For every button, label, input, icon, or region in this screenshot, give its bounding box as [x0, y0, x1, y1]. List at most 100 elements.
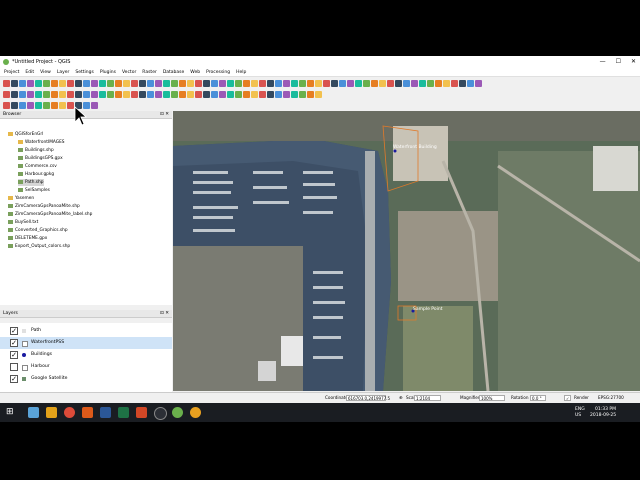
lock-icon[interactable]: ⊕ [399, 393, 403, 403]
toolbar-tool-icon[interactable] [347, 80, 354, 87]
layer-row-buildings[interactable]: ✓ Buildings [0, 349, 172, 361]
toolbar-tool-icon[interactable] [147, 91, 154, 98]
toolbar-tool-icon[interactable] [67, 91, 74, 98]
toolbar-tool-icon[interactable] [243, 80, 250, 87]
toolbar-tool-icon[interactable] [459, 80, 466, 87]
toolbar-tool-icon[interactable] [299, 91, 306, 98]
menu-plugins[interactable]: Plugins [100, 68, 116, 76]
clock-app-icon[interactable] [154, 407, 167, 420]
toolbar-tool-icon[interactable] [99, 91, 106, 98]
toolbar-tool-icon[interactable] [187, 91, 194, 98]
toolbar-tool-icon[interactable] [27, 91, 34, 98]
browser-item[interactable]: WaterfrontIMAGES [18, 139, 65, 146]
toolbar-tool-icon[interactable] [243, 91, 250, 98]
toolbar-tool-icon[interactable] [355, 80, 362, 87]
toolbar-tool-icon[interactable] [43, 80, 50, 87]
toolbar-tool-icon[interactable] [83, 91, 90, 98]
toolbar-tool-icon[interactable] [267, 91, 274, 98]
toolbar-tool-icon[interactable] [107, 80, 114, 87]
toolbar-tool-icon[interactable] [67, 80, 74, 87]
toolbar-tool-icon[interactable] [307, 80, 314, 87]
toolbar-tool-icon[interactable] [291, 91, 298, 98]
toolbar-tool-icon[interactable] [19, 102, 26, 109]
rotation-field[interactable]: 0.0 ° [530, 395, 546, 401]
browser-item[interactable]: BuySell.txt [8, 219, 38, 226]
layer-checkbox[interactable]: ✓ [10, 339, 18, 347]
toolbar-tool-icon[interactable] [379, 80, 386, 87]
toolbar-tool-icon[interactable] [155, 80, 162, 87]
toolbar-tool-icon[interactable] [91, 80, 98, 87]
toolbar-tool-icon[interactable] [59, 102, 66, 109]
toolbar-tool-icon[interactable] [179, 91, 186, 98]
toolbar-tool-icon[interactable] [99, 80, 106, 87]
toolbar-tool-icon[interactable] [467, 80, 474, 87]
toolbar-tool-icon[interactable] [339, 80, 346, 87]
toolbar-tool-icon[interactable] [35, 80, 42, 87]
menu-database[interactable]: Database [163, 68, 184, 76]
toolbar-tool-icon[interactable] [35, 91, 42, 98]
folder-icon[interactable] [46, 407, 57, 418]
toolbar-tool-icon[interactable] [27, 102, 34, 109]
toolbar-tool-icon[interactable] [59, 80, 66, 87]
menu-project[interactable]: Project [4, 68, 19, 76]
menu-raster[interactable]: Raster [142, 68, 157, 76]
toolbar-tool-icon[interactable] [219, 91, 226, 98]
clock-date[interactable]: 2018-09-25 [590, 413, 616, 418]
toolbar-tool-icon[interactable] [427, 80, 434, 87]
crs-button[interactable]: EPSG:27700 [598, 393, 624, 403]
toolbar-tool-icon[interactable] [19, 80, 26, 87]
chrome-icon[interactable] [64, 407, 75, 418]
toolbar-tool-icon[interactable] [283, 91, 290, 98]
toolbar-tool-icon[interactable] [75, 80, 82, 87]
browser-item[interactable]: Buildings.shp [18, 147, 54, 154]
toolbar-tool-icon[interactable] [123, 91, 130, 98]
toolbar-tool-icon[interactable] [27, 80, 34, 87]
toolbar-tool-icon[interactable] [155, 91, 162, 98]
clock-time[interactable]: 01:33 PM [595, 407, 616, 412]
toolbar-tool-icon[interactable] [51, 102, 58, 109]
toolbar-tool-icon[interactable] [251, 91, 258, 98]
toolbar-tool-icon[interactable] [51, 80, 58, 87]
toolbar-tool-icon[interactable] [139, 80, 146, 87]
toolbar-tool-icon[interactable] [19, 91, 26, 98]
layer-row-harbour[interactable]: Harbour [0, 361, 172, 373]
toolbar-tool-icon[interactable] [75, 91, 82, 98]
toolbar-tool-icon[interactable] [91, 102, 98, 109]
powerpoint-icon[interactable] [136, 407, 147, 418]
toolbar-tool-icon[interactable] [163, 91, 170, 98]
toolbar-tool-icon[interactable] [323, 80, 330, 87]
browser-item[interactable]: Yasemen [8, 195, 34, 202]
layer-checkbox[interactable]: ✓ [10, 375, 18, 383]
toolbar-tool-icon[interactable] [11, 80, 18, 87]
toolbar-tool-icon[interactable] [331, 80, 338, 87]
menu-processing[interactable]: Processing [206, 68, 230, 76]
toolbar-tool-icon[interactable] [163, 80, 170, 87]
toolbar-tool-icon[interactable] [67, 102, 74, 109]
toolbar-tool-icon[interactable] [299, 80, 306, 87]
browser-item[interactable]: DELETEME.gpx [8, 235, 47, 242]
toolbar-tool-icon[interactable] [395, 80, 402, 87]
layer-row-path[interactable]: ✓ Path [0, 325, 172, 337]
panel-close-icon[interactable]: ⊡ ✕ [160, 111, 169, 119]
toolbar-tool-icon[interactable] [451, 80, 458, 87]
app-icon[interactable] [82, 407, 93, 418]
toolbar-tool-icon[interactable] [259, 80, 266, 87]
start-button-icon[interactable]: ⊞ [6, 407, 17, 418]
word-icon[interactable] [100, 407, 111, 418]
browser-item[interactable]: BuildingsGPS.gpx [18, 155, 63, 162]
toolbar-tool-icon[interactable] [435, 80, 442, 87]
browser-item[interactable]: QGISforEnGrl [8, 131, 43, 138]
toolbar-tool-icon[interactable] [251, 80, 258, 87]
toolbar-tool-icon[interactable] [59, 91, 66, 98]
layer-row-google-satellite[interactable]: ✓ Google Satellite [0, 373, 172, 385]
menu-settings[interactable]: Settings [75, 68, 93, 76]
menu-layer[interactable]: Layer [57, 68, 70, 76]
toolbar-tool-icon[interactable] [267, 80, 274, 87]
toolbar-tool-icon[interactable] [43, 102, 50, 109]
toolbar-tool-icon[interactable] [91, 91, 98, 98]
layer-checkbox[interactable]: ✓ [10, 327, 18, 335]
minimize-button[interactable]: — [600, 56, 606, 68]
toolbar-tool-icon[interactable] [235, 80, 242, 87]
toolbar-tool-icon[interactable] [179, 80, 186, 87]
toolbar-tool-icon[interactable] [403, 80, 410, 87]
